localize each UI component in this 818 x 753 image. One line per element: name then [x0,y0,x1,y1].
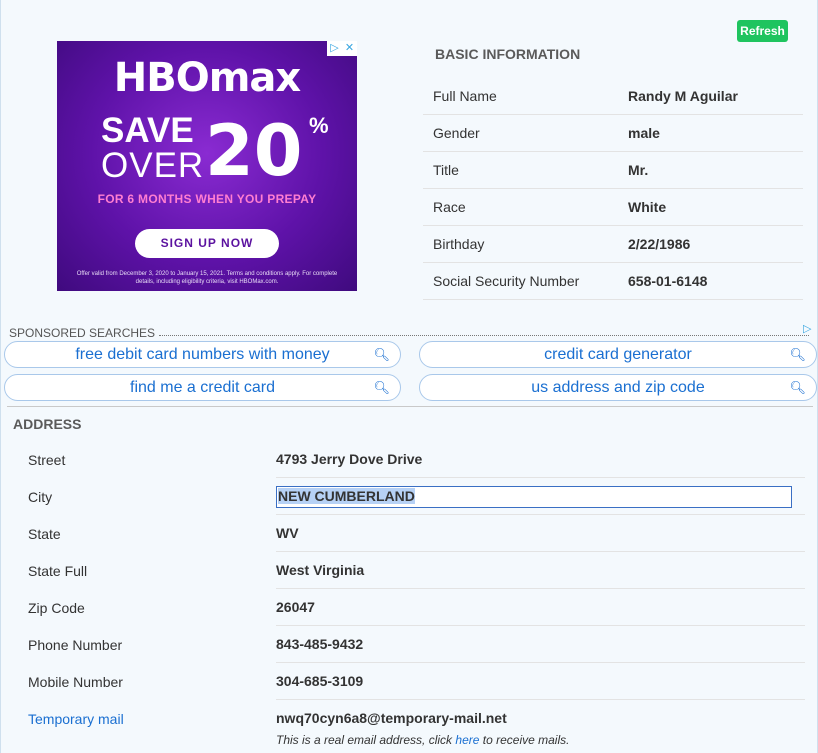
selected-text: NEW CUMBERLAND [278,488,415,504]
table-row: Temporary mail nwq70cyn6a8@temporary-mai… [15,700,818,737]
ad-big-number: 20 [205,110,303,192]
city-field[interactable]: NEW CUMBERLAND [276,486,792,508]
field-label: Full Name [433,88,497,104]
field-label: State [28,525,61,542]
dotted-divider [159,330,809,336]
mail-note-prefix: This is a real email address, click [276,733,456,747]
magnifier-icon: 🔍︎ [373,380,390,395]
field-label: Title [433,162,459,178]
field-value[interactable]: West Virginia [276,552,805,589]
field-value: White [628,199,667,215]
field-label: Street [28,451,66,468]
field-value[interactable]: nwq70cyn6a8@temporary-mail.net [276,700,805,737]
ad-fine-print: Offer valid from December 3, 2020 to Jan… [76,271,338,285]
ad-logo: HBOmax [113,55,301,101]
section-divider [7,406,813,407]
field-label: City [28,488,53,505]
ad-save-line2: OVER [101,146,205,185]
search-link-label: us address and zip code [531,379,705,396]
magnifier-icon: 🔍︎ [789,347,806,362]
ad-badge[interactable]: ▷ ✕ [327,41,357,56]
sponsored-search-link[interactable]: free debit card numbers with money 🔍︎ [4,341,401,368]
field-value: 2/22/1986 [628,236,691,252]
field-label: Gender [433,125,480,141]
field-value: male [628,125,660,141]
field-label: Race [433,199,466,215]
temporary-mail-link[interactable]: Temporary mail [15,711,276,727]
field-label: Social Security Number [433,273,580,289]
magnifier-icon: 🔍︎ [373,347,390,362]
table-row: Zip Code 26047 [15,589,818,626]
search-link-label: find me a credit card [130,379,275,396]
adchoices-icon[interactable]: ▷ [327,41,342,56]
search-link-label: free debit card numbers with money [75,346,330,363]
field-value[interactable]: 4793 Jerry Dove Drive [276,441,805,478]
refresh-button[interactable]: Refresh [737,20,788,42]
field-label: Mobile Number [28,673,123,690]
field-value: Mr. [628,162,649,178]
ad-save-line1: SAVE [101,111,194,150]
field-label: Phone Number [28,636,123,653]
table-row: State WV [15,515,818,552]
table-row: Title Mr. [423,152,803,189]
address-table: Street 4793 Jerry Dove Drive City NEW CU… [15,441,818,737]
table-row: Gender male [423,115,803,152]
address-heading: ADDRESS [13,416,82,432]
table-row: Phone Number 843-485-9432 [15,626,818,663]
sponsored-searches-header: SPONSORED SEARCHES [9,326,809,340]
ad-subline: FOR 6 MONTHS WHEN YOU PREPAY [97,192,317,206]
field-value[interactable]: 26047 [276,589,805,626]
close-icon[interactable]: ✕ [342,41,357,56]
table-row: Race White [423,189,803,226]
table-row: State Full West Virginia [15,552,818,589]
field-value[interactable]: 304-685-3109 [276,663,805,700]
table-row: City NEW CUMBERLAND [15,478,818,515]
sponsored-search-link[interactable]: credit card generator 🔍︎ [419,341,817,368]
field-value: 658-01-6148 [628,273,708,289]
search-link-label: credit card generator [544,346,692,363]
mail-note: This is a real email address, click here… [276,733,569,747]
adchoices-icon[interactable]: ▷ [803,322,811,335]
sponsored-search-link[interactable]: find me a credit card 🔍︎ [4,374,401,401]
sponsored-search-link[interactable]: us address and zip code 🔍︎ [419,374,817,401]
field-label: State Full [28,562,88,579]
table-row: Social Security Number 658-01-6148 [423,263,803,300]
basic-info-table: Full Name Randy M Aguilar Gender male Ti… [423,78,803,300]
sponsored-label: SPONSORED SEARCHES [9,326,156,340]
receive-mail-link[interactable]: here [455,733,479,747]
field-value[interactable]: 843-485-9432 [276,626,805,663]
table-row: Mobile Number 304-685-3109 [15,663,818,700]
field-value: NEW CUMBERLAND [276,478,805,515]
mail-note-suffix: to receive mails. [479,733,570,747]
ad-percent: % [309,113,329,138]
field-value: Randy M Aguilar [628,88,738,104]
ad-sign-up-button[interactable]: SIGN UP NOW [135,229,279,258]
table-row: Full Name Randy M Aguilar [423,78,803,115]
table-row: Street 4793 Jerry Dove Drive [15,441,818,478]
field-label: Birthday [433,236,485,252]
field-value[interactable]: WV [276,515,805,552]
magnifier-icon: 🔍︎ [789,380,806,395]
hbo-max-ad[interactable]: ▷ ✕ HBOmax SAVE OVER 20 % FOR 6 MONTHS W… [57,41,357,291]
basic-info-heading: BASIC INFORMATION [435,46,581,62]
ad-save-text: SAVE OVER [101,113,204,183]
field-label: Zip Code [28,599,85,616]
table-row: Birthday 2/22/1986 [423,226,803,263]
